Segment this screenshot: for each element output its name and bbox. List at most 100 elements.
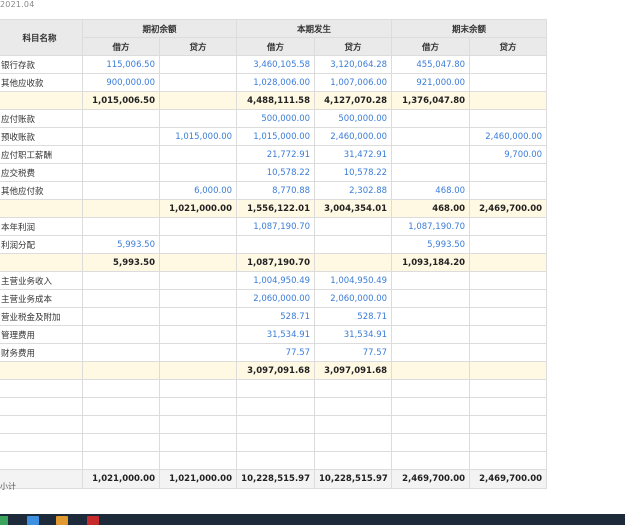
account-name-cell[interactable]: 本年利润 xyxy=(0,217,83,236)
account-name-cell[interactable] xyxy=(0,415,83,434)
amount-cell[interactable]: 1,021,000.00 xyxy=(82,469,160,489)
table-row[interactable]: 本年利润 1,087,190.70 1,087,190.70 xyxy=(0,217,548,236)
amount-cell[interactable]: 528.71 xyxy=(314,307,393,326)
amount-cell[interactable] xyxy=(469,91,548,110)
amount-cell[interactable]: 2,460,000.00 xyxy=(314,127,393,146)
amount-cell[interactable] xyxy=(469,379,548,398)
account-name-cell[interactable] xyxy=(0,379,83,398)
account-name-cell[interactable]: 应付账款 xyxy=(0,109,83,128)
amount-cell[interactable]: 1,021,000.00 xyxy=(158,199,238,218)
amount-cell[interactable] xyxy=(82,325,160,344)
amount-cell[interactable]: 921,000.00 xyxy=(391,73,471,92)
amount-cell[interactable]: 21,772.91 xyxy=(236,145,316,164)
pdf-icon[interactable] xyxy=(87,516,99,525)
amount-cell[interactable] xyxy=(82,361,160,380)
amount-cell[interactable]: 2,469,700.00 xyxy=(391,469,471,489)
amount-cell[interactable]: 1,087,190.70 xyxy=(391,217,471,236)
amount-cell[interactable]: 1,028,006.00 xyxy=(236,73,316,92)
amount-cell[interactable] xyxy=(158,451,238,470)
amount-cell[interactable]: 77.57 xyxy=(236,343,316,362)
amount-cell[interactable] xyxy=(82,181,160,200)
amount-cell[interactable] xyxy=(82,217,160,236)
amount-cell[interactable] xyxy=(82,271,160,290)
amount-cell[interactable] xyxy=(391,289,471,308)
account-name-cell[interactable]: 财务费用 xyxy=(0,343,83,362)
amount-cell[interactable] xyxy=(469,235,548,254)
amount-cell[interactable]: 10,578.22 xyxy=(236,163,316,182)
table-row[interactable]: 营业税金及附加 528.71 528.71 xyxy=(0,307,548,326)
amount-cell[interactable] xyxy=(158,289,238,308)
amount-cell[interactable] xyxy=(469,163,548,182)
amount-cell[interactable]: 528.71 xyxy=(236,307,316,326)
amount-cell[interactable] xyxy=(391,325,471,344)
amount-cell[interactable]: 500,000.00 xyxy=(314,109,393,128)
amount-cell[interactable] xyxy=(82,307,160,326)
amount-cell[interactable]: 1,556,122.01 xyxy=(236,199,316,218)
amount-cell[interactable] xyxy=(469,433,548,452)
amount-cell[interactable] xyxy=(158,433,238,452)
amount-cell[interactable]: 2,302.88 xyxy=(314,181,393,200)
amount-cell[interactable]: 2,060,000.00 xyxy=(236,289,316,308)
table-row[interactable]: 应付职工薪酬 21,772.91 31,472.91 9,700.00 xyxy=(0,145,548,164)
account-name-cell[interactable]: 利润分配 xyxy=(0,235,83,254)
amount-cell[interactable] xyxy=(391,109,471,128)
amount-cell[interactable]: 3,460,105.58 xyxy=(236,55,316,74)
amount-cell[interactable]: 31,534.91 xyxy=(314,325,393,344)
amount-cell[interactable] xyxy=(469,55,548,74)
amount-cell[interactable] xyxy=(82,433,160,452)
amount-cell[interactable]: 2,460,000.00 xyxy=(469,127,548,146)
table-row[interactable]: 其他应收款 900,000.00 1,028,006.00 1,007,006.00 9… xyxy=(0,73,548,92)
subtotal-row[interactable]: 1,015,006.50 4,488,111.58 4,127,070.28 1,37… xyxy=(0,91,548,110)
amount-cell[interactable] xyxy=(314,451,393,470)
amount-cell[interactable] xyxy=(82,163,160,182)
amount-cell[interactable] xyxy=(469,343,548,362)
amount-cell[interactable] xyxy=(158,73,238,92)
amount-cell[interactable] xyxy=(469,451,548,470)
table-row[interactable] xyxy=(0,379,548,398)
folder-icon[interactable] xyxy=(56,516,68,525)
app-icon[interactable] xyxy=(27,516,39,525)
table-row[interactable] xyxy=(0,415,548,434)
amount-cell[interactable] xyxy=(314,415,393,434)
amount-cell[interactable] xyxy=(314,253,393,272)
account-name-cell[interactable]: 预收账款 xyxy=(0,127,83,146)
subtotal-row[interactable]: 5,993.50 1,087,190.70 1,093,184.20 xyxy=(0,253,548,272)
amount-cell[interactable] xyxy=(314,217,393,236)
amount-cell[interactable]: 2,469,700.00 xyxy=(469,469,548,489)
table-row[interactable]: 财务费用 77.57 77.57 xyxy=(0,343,548,362)
amount-cell[interactable] xyxy=(314,433,393,452)
account-name-cell[interactable]: 应交税费 xyxy=(0,163,83,182)
amount-cell[interactable]: 3,004,354.01 xyxy=(314,199,393,218)
start-icon[interactable] xyxy=(0,516,8,525)
amount-cell[interactable] xyxy=(469,181,548,200)
amount-cell[interactable] xyxy=(391,361,471,380)
amount-cell[interactable]: 1,004,950.49 xyxy=(314,271,393,290)
subtotal-row[interactable]: 3,097,091.68 3,097,091.68 xyxy=(0,361,548,380)
amount-cell[interactable] xyxy=(391,451,471,470)
amount-cell[interactable] xyxy=(469,397,548,416)
amount-cell[interactable]: 3,120,064.28 xyxy=(314,55,393,74)
header-account-name[interactable]: 科目名称 xyxy=(0,19,83,56)
account-name-cell[interactable] xyxy=(0,199,83,218)
amount-cell[interactable] xyxy=(158,163,238,182)
table-row[interactable]: 主营业务成本 2,060,000.00 2,060,000.00 xyxy=(0,289,548,308)
amount-cell[interactable] xyxy=(158,109,238,128)
amount-cell[interactable] xyxy=(469,415,548,434)
amount-cell[interactable] xyxy=(82,415,160,434)
amount-cell[interactable] xyxy=(391,271,471,290)
amount-cell[interactable]: 900,000.00 xyxy=(82,73,160,92)
amount-cell[interactable] xyxy=(82,127,160,146)
account-name-cell[interactable] xyxy=(0,397,83,416)
table-row[interactable] xyxy=(0,397,548,416)
amount-cell[interactable]: 31,472.91 xyxy=(314,145,393,164)
table-row[interactable] xyxy=(0,451,548,470)
amount-cell[interactable] xyxy=(236,433,316,452)
table-row[interactable]: 银行存款 115,006.50 3,460,105.58 3,120,064.28 45… xyxy=(0,55,548,74)
amount-cell[interactable] xyxy=(158,217,238,236)
account-name-cell[interactable]: 主营业务收入 xyxy=(0,271,83,290)
amount-cell[interactable] xyxy=(314,235,393,254)
amount-cell[interactable] xyxy=(469,109,548,128)
amount-cell[interactable]: 8,770.88 xyxy=(236,181,316,200)
table-row[interactable]: 利润分配 5,993.50 5,993.50 xyxy=(0,235,548,254)
account-name-cell[interactable] xyxy=(0,361,83,380)
